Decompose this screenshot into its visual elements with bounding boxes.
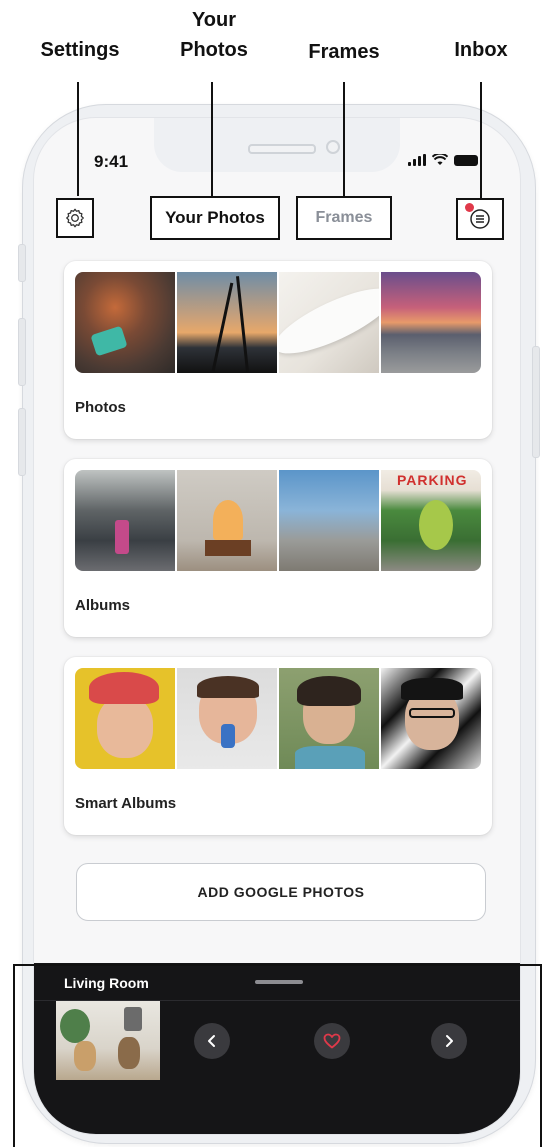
- album-thumbnail: [75, 470, 175, 571]
- smart-albums-thumbnail-strip: [75, 668, 481, 769]
- photo-thumbnail: [381, 272, 481, 373]
- card-label: Albums: [75, 597, 131, 614]
- side-button: [18, 408, 26, 476]
- current-photo-thumbnail[interactable]: [56, 1001, 160, 1080]
- status-time: 9:41: [94, 152, 129, 171]
- inbox-button[interactable]: [456, 198, 504, 240]
- gear-icon: [66, 208, 84, 228]
- parking-sign-text: PARKING: [397, 472, 468, 488]
- annotation-settings: Settings: [40, 39, 120, 61]
- tab-your-photos[interactable]: Your Photos: [150, 196, 280, 240]
- albums-thumbnail-strip: PARKING: [75, 470, 481, 571]
- chevron-right-icon: [446, 1035, 453, 1047]
- card-albums[interactable]: PARKING Albums: [64, 459, 492, 637]
- favorite-button[interactable]: [314, 1023, 350, 1059]
- wifi-icon: [432, 154, 448, 165]
- album-thumbnail: [177, 470, 277, 571]
- album-thumbnail: [279, 470, 379, 571]
- callout-line-settings: [77, 82, 79, 196]
- photo-thumbnail: [75, 272, 175, 373]
- smart-album-thumbnail: [279, 668, 379, 769]
- photo-thumbnail: [279, 272, 379, 373]
- tab-frames[interactable]: Frames: [296, 196, 392, 240]
- smart-album-thumbnail: [177, 668, 277, 769]
- callout-bracket-left: [13, 964, 15, 1147]
- card-smart-albums[interactable]: Smart Albums: [64, 657, 492, 835]
- front-camera: [326, 140, 340, 154]
- smart-album-thumbnail: [75, 668, 175, 769]
- annotation-your-photos-line2: Photos: [180, 39, 248, 61]
- status-icons: [408, 154, 478, 166]
- add-google-photos-button[interactable]: ADD GOOGLE PHOTOS: [76, 863, 486, 921]
- annotation-inbox: Inbox: [454, 39, 508, 61]
- callout-line-your-photos: [211, 82, 213, 196]
- heart-icon: [323, 1033, 341, 1049]
- annotation-your-photos-line1: Your: [191, 9, 237, 31]
- battery-icon: [454, 155, 478, 166]
- inbox-notification-dot: [465, 203, 474, 212]
- chevron-left-icon: [208, 1035, 215, 1047]
- photos-thumbnail-strip: [75, 272, 481, 373]
- card-label: Smart Albums: [75, 795, 177, 812]
- callout-bracket-right: [540, 964, 542, 1147]
- callout-line-frames: [343, 82, 345, 196]
- card-label: Photos: [75, 399, 126, 416]
- album-thumbnail: PARKING: [381, 470, 481, 571]
- side-button: [18, 244, 26, 282]
- callout-bracket-top: [13, 964, 542, 966]
- side-button: [532, 346, 540, 458]
- signal-icon: [408, 154, 426, 166]
- side-button: [18, 318, 26, 386]
- now-playing-panel[interactable]: Living Room: [34, 963, 520, 1134]
- speaker: [248, 144, 316, 154]
- settings-button[interactable]: [56, 198, 94, 238]
- previous-button[interactable]: [194, 1023, 230, 1059]
- frame-name: Living Room: [64, 975, 149, 991]
- callout-line-inbox: [480, 82, 482, 198]
- phone-screen: 9:41 Your Photos Frames Photos PARKING A…: [34, 118, 520, 1134]
- drag-handle[interactable]: [255, 980, 303, 984]
- photo-thumbnail: [177, 272, 277, 373]
- smart-album-thumbnail: [381, 668, 481, 769]
- next-button[interactable]: [431, 1023, 467, 1059]
- card-photos[interactable]: Photos: [64, 261, 492, 439]
- annotation-frames: Frames: [308, 41, 380, 63]
